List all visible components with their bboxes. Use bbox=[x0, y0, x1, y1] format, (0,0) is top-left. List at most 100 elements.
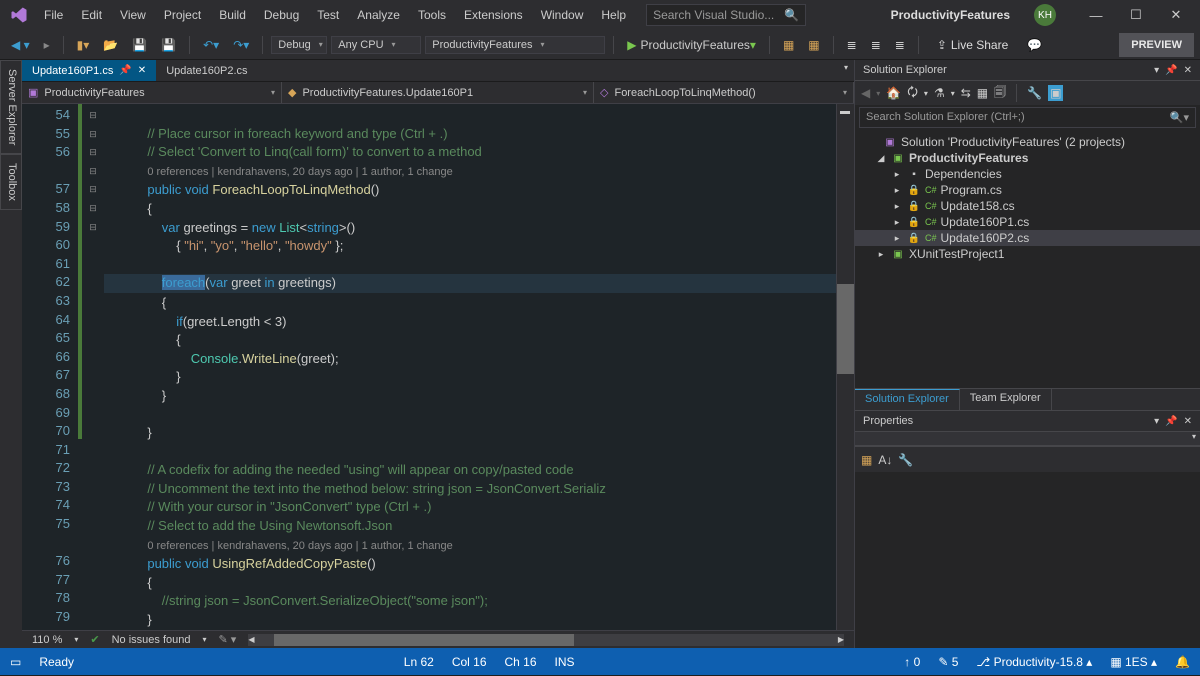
scroll-thumb[interactable] bbox=[837, 284, 854, 374]
redo-icon[interactable]: ↷▾ bbox=[228, 36, 254, 54]
menu-view[interactable]: View bbox=[112, 4, 154, 26]
se-search[interactable]: Search Solution Explorer (Ctrl+;) 🔍▾ bbox=[859, 107, 1196, 128]
nav-member-dropdown[interactable]: ◇ForeachLoopToLinqMethod() bbox=[594, 82, 854, 103]
tree-update158[interactable]: ▸🔒C#Update158.cs bbox=[855, 198, 1200, 214]
tree-update160p2[interactable]: ▸🔒C#Update160P2.cs bbox=[855, 230, 1200, 246]
se-sync-icon[interactable]: 🗘 bbox=[907, 83, 918, 104]
live-share-button[interactable]: ⇪ Live Share bbox=[927, 38, 1018, 52]
status-ch[interactable]: Ch 16 bbox=[505, 655, 537, 669]
pin-icon[interactable]: 📌 bbox=[119, 65, 131, 76]
status-branch[interactable]: ⎇ Productivity-15.8 ▴ bbox=[976, 655, 1092, 669]
tab-overflow-icon[interactable]: ▾ bbox=[838, 60, 854, 81]
hscroll-thumb[interactable] bbox=[274, 634, 574, 646]
undo-icon[interactable]: ↶▾ bbox=[198, 36, 224, 54]
tree-program[interactable]: ▸🔒C#Program.cs bbox=[855, 182, 1200, 198]
btab-team-explorer[interactable]: Team Explorer bbox=[960, 389, 1052, 410]
server-explorer-tab[interactable]: Server Explorer bbox=[0, 60, 22, 154]
se-wrench-icon[interactable]: 🔧 bbox=[1027, 86, 1042, 100]
solution-node[interactable]: ▣Solution 'ProductivityFeatures' (2 proj… bbox=[855, 134, 1200, 150]
feedback-icon[interactable]: 💬 bbox=[1022, 36, 1047, 54]
horizontal-scrollbar[interactable]: ◀▶ bbox=[248, 634, 844, 646]
vertical-scrollbar[interactable]: ▬ bbox=[836, 104, 854, 630]
se-back-drop[interactable]: ▾ bbox=[876, 89, 880, 98]
status-col[interactable]: Col 16 bbox=[452, 655, 487, 669]
project2-node[interactable]: ▸▣XUnitTestProject1 bbox=[855, 246, 1200, 262]
code-editor[interactable]: 545556 575859606162636465666768697071727… bbox=[22, 104, 854, 630]
prop-wrench-icon[interactable]: 🔧 bbox=[898, 453, 913, 467]
nav-type-dropdown[interactable]: ◆ProductivityFeatures.Update160P1 bbox=[282, 82, 594, 103]
save-icon[interactable]: 💾 bbox=[127, 36, 152, 54]
se-copy-icon[interactable]: 🗐 bbox=[994, 83, 1006, 104]
status-changes[interactable]: ✎ 5 bbox=[938, 655, 958, 669]
menu-analyze[interactable]: Analyze bbox=[349, 4, 408, 26]
se-home-icon[interactable]: 🏠 bbox=[886, 86, 901, 100]
panel-dropdown-icon[interactable]: ▾ bbox=[1154, 416, 1159, 427]
notifications-icon[interactable]: 🔔 bbox=[1175, 655, 1190, 669]
btab-solution-explorer[interactable]: Solution Explorer bbox=[855, 389, 960, 410]
tab-update160p2[interactable]: Update160P2.cs bbox=[156, 60, 257, 81]
properties-object-dropdown[interactable]: ▾ bbox=[855, 432, 1200, 446]
status-window-icon[interactable]: ▭ bbox=[10, 655, 21, 669]
nav-fwd-button[interactable]: ▸ bbox=[39, 36, 55, 54]
fold-column[interactable]: ⊟⊟⊟⊟⊟⊟⊟ bbox=[82, 104, 104, 630]
status-publish[interactable]: ↑ 0 bbox=[904, 655, 920, 669]
menu-test[interactable]: Test bbox=[309, 4, 347, 26]
close-tab-icon[interactable]: ✕ bbox=[138, 65, 146, 76]
toolbox-tab[interactable]: Toolbox bbox=[0, 154, 22, 210]
menu-build[interactable]: Build bbox=[211, 4, 254, 26]
status-repo[interactable]: ▦ 1ES ▴ bbox=[1110, 655, 1157, 669]
config-dropdown[interactable]: Debug bbox=[271, 36, 327, 54]
start-debug-button[interactable]: ▶ ProductivityFeatures ▾ bbox=[622, 36, 761, 54]
solution-explorer-header[interactable]: Solution Explorer ▾📌✕ bbox=[855, 60, 1200, 81]
status-line[interactable]: Ln 62 bbox=[404, 655, 434, 669]
menu-edit[interactable]: Edit bbox=[73, 4, 110, 26]
nav-project-dropdown[interactable]: ▣ProductivityFeatures bbox=[22, 82, 282, 103]
comment-icon[interactable]: ≣ bbox=[890, 36, 910, 54]
menu-tools[interactable]: Tools bbox=[410, 4, 454, 26]
maximize-button[interactable]: ☐ bbox=[1116, 0, 1156, 30]
menu-window[interactable]: Window bbox=[533, 4, 592, 26]
project-node[interactable]: ◢▣ProductivityFeatures bbox=[855, 150, 1200, 166]
menu-project[interactable]: Project bbox=[156, 4, 209, 26]
toolbar-icon-2[interactable]: ▦ bbox=[803, 36, 824, 54]
tree-dependencies[interactable]: ▸▪Dependencies bbox=[855, 166, 1200, 182]
close-button[interactable]: ✕ bbox=[1156, 0, 1196, 30]
se-back-icon[interactable]: ◀ bbox=[861, 86, 870, 100]
issues-text[interactable]: No issues found bbox=[112, 634, 191, 646]
open-file-icon[interactable]: 📂 bbox=[98, 36, 123, 54]
toolbar-icon-1[interactable]: ▦ bbox=[778, 36, 799, 54]
se-collapse-icon[interactable]: ⇆ bbox=[961, 86, 971, 100]
properties-header[interactable]: Properties ▾📌✕ bbox=[855, 411, 1200, 432]
outdent-icon[interactable]: ≣ bbox=[866, 36, 886, 54]
quick-launch-search[interactable]: Search Visual Studio... 🔍 bbox=[646, 4, 806, 26]
categorize-icon[interactable]: ▦ bbox=[861, 453, 872, 467]
new-project-icon[interactable]: ▮▾ bbox=[72, 36, 95, 54]
panel-close-icon[interactable]: ✕ bbox=[1184, 65, 1192, 76]
minimize-button[interactable]: — bbox=[1076, 0, 1116, 30]
panel-close-icon[interactable]: ✕ bbox=[1184, 416, 1192, 427]
menu-debug[interactable]: Debug bbox=[256, 4, 307, 26]
zoom-level[interactable]: 110 % bbox=[32, 634, 62, 646]
pin-icon[interactable]: 📌 bbox=[1165, 416, 1177, 427]
status-ins[interactable]: INS bbox=[555, 655, 575, 669]
se-preview-icon[interactable]: ▣ bbox=[1048, 85, 1063, 101]
nav-back-button[interactable]: ◀ ▾ bbox=[6, 36, 35, 54]
startup-dropdown[interactable]: ProductivityFeatures bbox=[425, 36, 605, 54]
save-all-icon[interactable]: 💾 bbox=[156, 36, 181, 54]
platform-dropdown[interactable]: Any CPU bbox=[331, 36, 421, 54]
panel-dropdown-icon[interactable]: ▾ bbox=[1154, 65, 1159, 76]
tab-update160p1[interactable]: Update160P1.cs📌✕ bbox=[22, 60, 156, 81]
menu-help[interactable]: Help bbox=[593, 4, 634, 26]
menu-extensions[interactable]: Extensions bbox=[456, 4, 531, 26]
split-icon[interactable]: ▬ bbox=[840, 106, 850, 117]
user-avatar[interactable]: KH bbox=[1034, 4, 1056, 26]
preview-badge[interactable]: PREVIEW bbox=[1119, 33, 1194, 57]
alpha-sort-icon[interactable]: A↓ bbox=[878, 453, 892, 467]
solution-tree[interactable]: ▣Solution 'ProductivityFeatures' (2 proj… bbox=[855, 130, 1200, 388]
se-showall-icon[interactable]: ▦ bbox=[977, 86, 988, 100]
tree-update160p1[interactable]: ▸🔒C#Update160P1.cs bbox=[855, 214, 1200, 230]
se-filter-icon[interactable]: ⚗ bbox=[934, 86, 945, 100]
code-content[interactable]: // Place cursor in foreach keyword and t… bbox=[104, 104, 836, 630]
indent-icon[interactable]: ≣ bbox=[842, 36, 862, 54]
pen-icon[interactable]: ✎ ▾ bbox=[219, 633, 237, 646]
